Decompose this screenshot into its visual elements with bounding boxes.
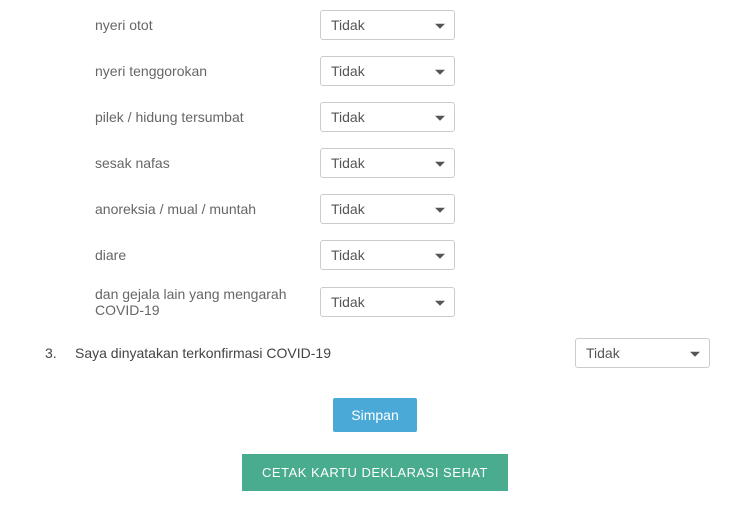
symptom-label: nyeri otot	[20, 17, 320, 33]
chevron-down-icon: Tidak	[320, 194, 455, 224]
symptom-select-pilek[interactable]: Tidak	[320, 102, 455, 132]
chevron-down-icon: Tidak	[320, 148, 455, 178]
chevron-down-icon: Tidak	[320, 10, 455, 40]
question-number: 3.	[20, 345, 75, 361]
symptom-list: nyeri otot Tidak nyeri tenggorokan Tidak…	[20, 10, 730, 318]
symptom-select-nyeri-otot[interactable]: Tidak	[320, 10, 455, 40]
symptom-label: pilek / hidung tersumbat	[20, 109, 320, 125]
symptom-row: nyeri otot Tidak	[20, 10, 730, 40]
symptom-row: dan gejala lain yang mengarah COVID-19 T…	[20, 286, 730, 318]
symptom-select-anoreksia[interactable]: Tidak	[320, 194, 455, 224]
symptom-row: sesak nafas Tidak	[20, 148, 730, 178]
symptom-row: pilek / hidung tersumbat Tidak	[20, 102, 730, 132]
symptom-row: diare Tidak	[20, 240, 730, 270]
question-3-row: 3. Saya dinyatakan terkonfirmasi COVID-1…	[20, 338, 730, 368]
symptom-select-gejala-lain[interactable]: Tidak	[320, 287, 455, 317]
symptom-select-nyeri-tenggorokan[interactable]: Tidak	[320, 56, 455, 86]
symptom-label: dan gejala lain yang mengarah COVID-19	[20, 286, 320, 318]
symptom-select-sesak-nafas[interactable]: Tidak	[320, 148, 455, 178]
save-button[interactable]: Simpan	[333, 398, 416, 432]
question-3-select[interactable]: Tidak	[575, 338, 710, 368]
symptom-label: nyeri tenggorokan	[20, 63, 320, 79]
symptom-label: diare	[20, 247, 320, 263]
chevron-down-icon: Tidak	[575, 338, 710, 368]
print-card-button[interactable]: CETAK KARTU DEKLARASI SEHAT	[242, 454, 508, 491]
button-row: Simpan CETAK KARTU DEKLARASI SEHAT	[20, 398, 730, 491]
symptom-label: anoreksia / mual / muntah	[20, 201, 320, 217]
symptom-label: sesak nafas	[20, 155, 320, 171]
chevron-down-icon: Tidak	[320, 56, 455, 86]
symptom-row: nyeri tenggorokan Tidak	[20, 56, 730, 86]
chevron-down-icon: Tidak	[320, 240, 455, 270]
symptom-select-diare[interactable]: Tidak	[320, 240, 455, 270]
question-text: Saya dinyatakan terkonfirmasi COVID-19	[75, 345, 575, 361]
chevron-down-icon: Tidak	[320, 287, 455, 317]
symptom-row: anoreksia / mual / muntah Tidak	[20, 194, 730, 224]
chevron-down-icon: Tidak	[320, 102, 455, 132]
